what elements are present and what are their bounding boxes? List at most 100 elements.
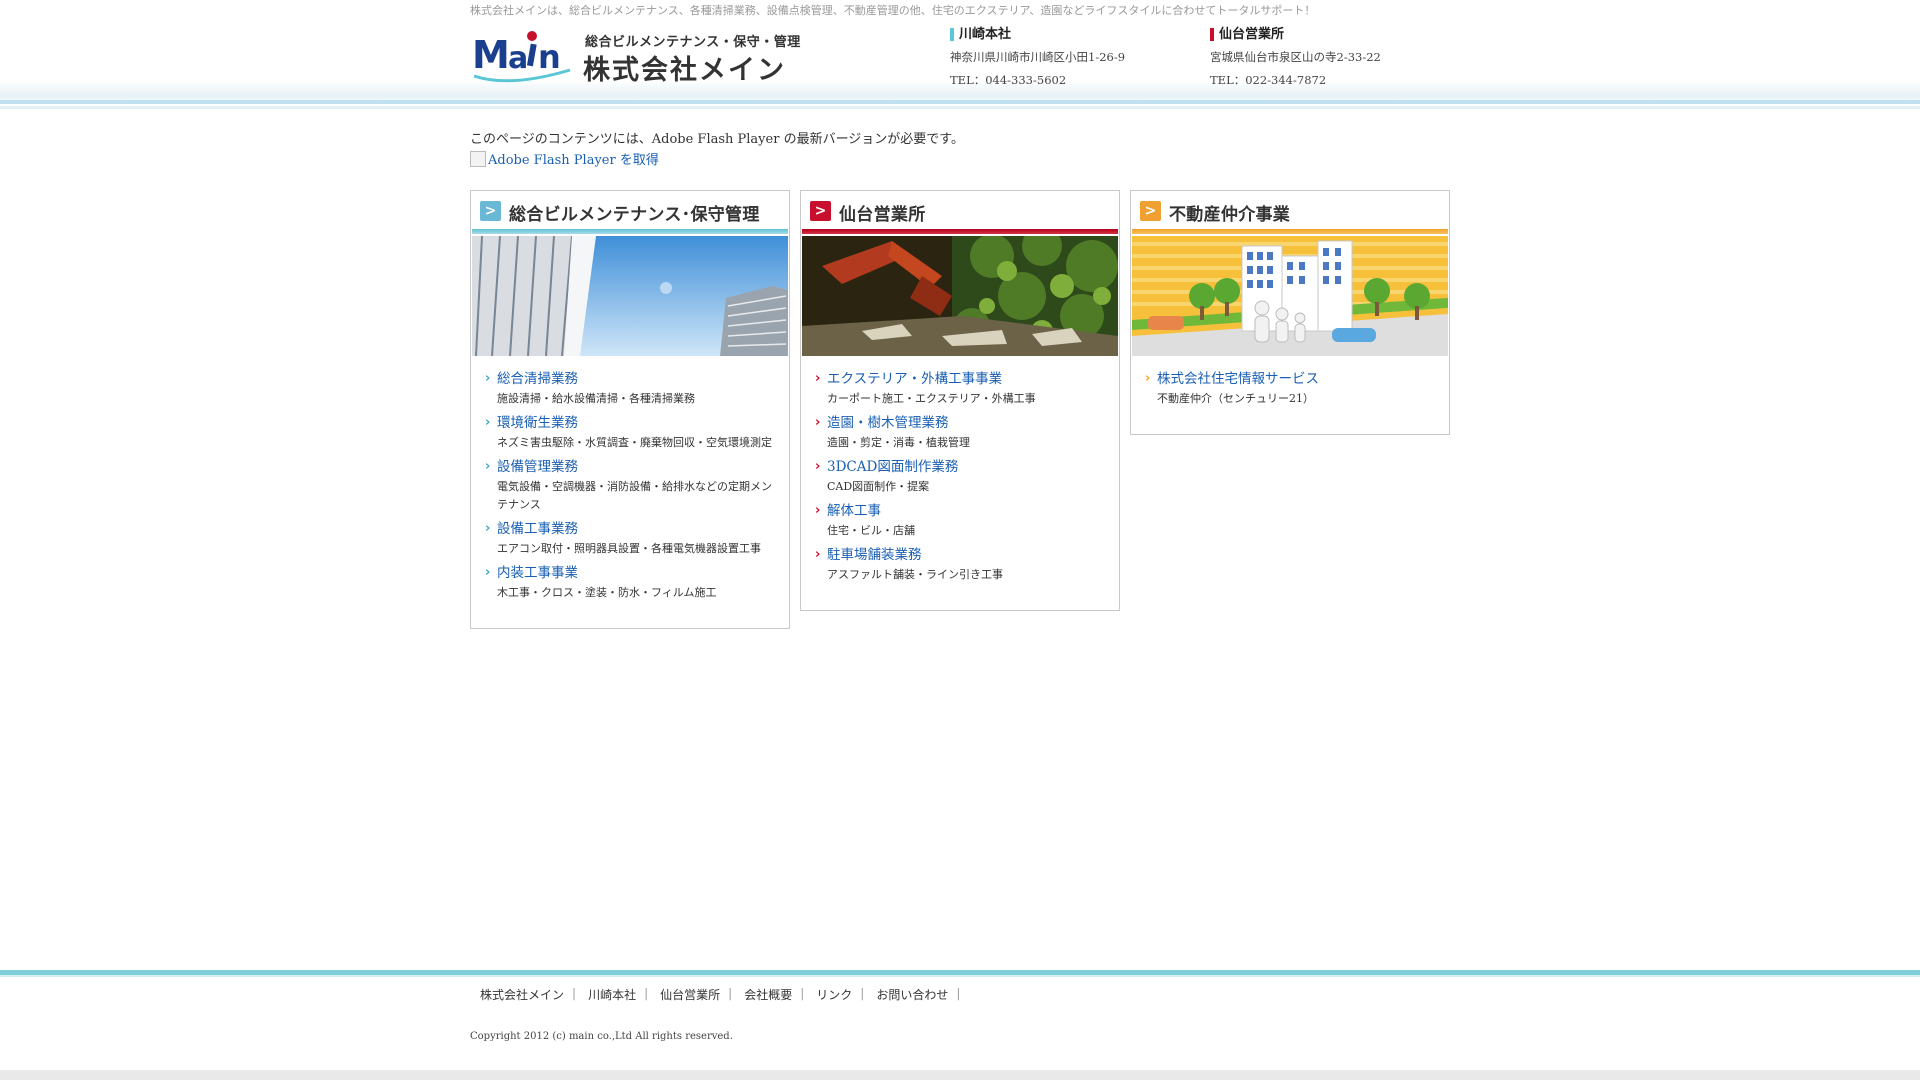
section-header[interactable]: > 仙台営業所: [801, 191, 1119, 229]
list-item[interactable]: › 内装工事事業 木工事・クロス・塗装・防水・フィルム施工: [471, 564, 789, 602]
chevron-right-icon: ›: [815, 459, 821, 474]
get-flash-player-link[interactable]: Adobe Flash Player を取得: [470, 149, 659, 168]
service-link[interactable]: 3DCAD図面制作業務: [827, 458, 1119, 476]
real-estate-illustration: [1132, 236, 1448, 356]
chevron-right-icon: ›: [485, 565, 491, 580]
service-link[interactable]: 環境衛生業務: [497, 414, 789, 432]
list-item[interactable]: › 設備管理業務 電気設備・空調機器・消防設備・給排水などの定期メンテナンス: [471, 458, 789, 514]
footer-link-company[interactable]: 会社概要: [744, 986, 800, 1003]
header-tagline: 株式会社メインは、総合ビルメンテナンス、各種清掃業務、設備点検管理、不動産管理の…: [470, 4, 1316, 17]
service-link[interactable]: 解体工事: [827, 502, 1119, 520]
service-link[interactable]: エクステリア・外構工事事業: [827, 370, 1119, 388]
section-accent-bar: [802, 229, 1118, 234]
chevron-right-icon: ›: [815, 503, 821, 518]
section-title: 不動産仲介事業: [1169, 205, 1291, 225]
footer-link-sendai[interactable]: 仙台営業所: [660, 986, 728, 1003]
footer-separator: |: [800, 986, 805, 1000]
chevron-right-icon: ›: [485, 521, 491, 536]
service-desc: カーポート施工・エクステリア・外構工事: [827, 392, 1036, 405]
service-desc: 木工事・クロス・塗装・防水・フィルム施工: [497, 586, 717, 599]
footer-link-main[interactable]: 株式会社メイン: [480, 986, 572, 1003]
arrow-right-icon: >: [810, 201, 831, 221]
service-desc: ネズミ害虫駆除・水質調査・廃棄物回収・空気環境測定: [497, 436, 772, 449]
service-link[interactable]: 内装工事事業: [497, 564, 789, 582]
chevron-right-icon: ›: [815, 371, 821, 386]
section-accent-bar: [1132, 229, 1448, 234]
copyright: Copyright 2012 (c) main co.,Ltd All righ…: [470, 1031, 733, 1042]
service-desc: 造園・剪定・消毒・植栽管理: [827, 436, 970, 449]
service-link[interactable]: 設備工事業務: [497, 520, 789, 538]
footer-link-links[interactable]: リンク: [816, 986, 860, 1003]
flash-notice: このページのコンテンツには、Adobe Flash Player の最新バージョ…: [470, 132, 965, 147]
list-item[interactable]: › 総合清掃業務 施設清掃・給水設備清掃・各種清掃業務: [471, 370, 789, 408]
building-photo: [472, 236, 788, 356]
office-title: 仙台営業所: [1210, 26, 1381, 44]
service-link[interactable]: 駐車場舗装業務: [827, 546, 1119, 564]
section-sendai-office: > 仙台営業所 › エクステリア・外構工事事業 カーポート施工・エクステリア・外…: [800, 190, 1120, 611]
office-tel: TEL：022-344-7872: [1210, 73, 1327, 87]
service-desc: 施設清掃・給水設備清掃・各種清掃業務: [497, 392, 695, 405]
footer-accent-line-light: [0, 975, 1920, 977]
company-logo[interactable]: M a n 総合ビルメンテナンス・保守・管理 株式会社メイン: [470, 24, 800, 88]
section-header[interactable]: > 総合ビルメンテナンス･保守管理: [471, 191, 789, 229]
list-item[interactable]: › 株式会社住宅情報サービス 不動産仲介（センチュリー21）: [1131, 370, 1449, 408]
header-stripe: [0, 100, 1920, 104]
arrow-right-icon: >: [1140, 201, 1161, 221]
office-sendai: 仙台営業所 宮城県仙台市泉区山の寺2-33-22 TEL：022-344-787…: [1210, 26, 1381, 88]
section-title: 総合ビルメンテナンス･保守管理: [509, 205, 760, 225]
logo-company-name: 株式会社メイン: [583, 55, 786, 86]
service-desc: 電気設備・空調機器・消防設備・給排水などの定期メンテナンス: [497, 480, 772, 511]
office-address: 神奈川県川崎市川崎区小田1-26-9: [950, 50, 1126, 64]
section-header[interactable]: > 不動産仲介事業: [1131, 191, 1449, 229]
svg-text:n: n: [538, 38, 561, 76]
get-flash-player-label: Adobe Flash Player を取得: [488, 153, 659, 168]
service-desc: CAD図面制作・提案: [827, 480, 930, 493]
service-desc: 住宅・ビル・店舗: [827, 524, 915, 537]
chevron-right-icon: ›: [815, 547, 821, 562]
svg-text:a: a: [508, 41, 528, 76]
svg-text:M: M: [472, 33, 510, 77]
list-item[interactable]: › 設備工事業務 エアコン取付・照明器具設置・各種電気機器設置工事: [471, 520, 789, 558]
list-item[interactable]: › 環境衛生業務 ネズミ害虫駆除・水質調査・廃棄物回収・空気環境測定: [471, 414, 789, 452]
service-list: › 株式会社住宅情報サービス 不動産仲介（センチュリー21）: [1131, 370, 1449, 434]
service-desc: エアコン取付・照明器具設置・各種電気機器設置工事: [497, 542, 761, 555]
list-item[interactable]: › エクステリア・外構工事事業 カーポート施工・エクステリア・外構工事: [801, 370, 1119, 408]
arrow-right-icon: >: [480, 201, 501, 221]
list-item[interactable]: › 造園・樹木管理業務 造園・剪定・消毒・植栽管理: [801, 414, 1119, 452]
service-list: › 総合清掃業務 施設清掃・給水設備清掃・各種清掃業務 › 環境衛生業務 ネズミ…: [471, 370, 789, 628]
footer-link-contact[interactable]: お問い合わせ: [876, 986, 956, 1003]
section-building-maintenance: > 総合ビルメンテナンス･保守管理 › 総合清掃業務 施設清掃・給水設備清掃・各…: [470, 190, 790, 629]
footer-separator: |: [572, 986, 577, 1000]
office-tel: TEL：044-333-5602: [950, 73, 1067, 87]
chevron-right-icon: ›: [485, 459, 491, 474]
header-stripe-light: [0, 106, 1920, 109]
list-item[interactable]: › 3DCAD図面制作業務 CAD図面制作・提案: [801, 458, 1119, 496]
list-item[interactable]: › 解体工事 住宅・ビル・店舗: [801, 502, 1119, 540]
footer-link-kawasaki[interactable]: 川崎本社: [588, 986, 644, 1003]
service-desc: アスファルト舗装・ライン引き工事: [827, 568, 1003, 581]
chevron-right-icon: ›: [485, 415, 491, 430]
footer-separator: |: [728, 986, 733, 1000]
service-desc: 不動産仲介（センチュリー21）: [1157, 392, 1314, 405]
service-link[interactable]: 株式会社住宅情報サービス: [1157, 370, 1449, 388]
footer-separator: |: [956, 986, 961, 1000]
section-real-estate: > 不動産仲介事業 › 株式会社住宅情報サービス 不動産仲介（センチュリー21）: [1130, 190, 1450, 435]
chevron-right-icon: ›: [485, 371, 491, 386]
section-title: 仙台営業所: [839, 205, 926, 225]
footer-separator: |: [644, 986, 649, 1000]
service-link[interactable]: 総合清掃業務: [497, 370, 789, 388]
service-link[interactable]: 設備管理業務: [497, 458, 789, 476]
office-title: 川崎本社: [950, 26, 1125, 44]
footer-nav: 株式会社メイン | 川崎本社 | 仙台営業所 | 会社概要 | リンク | お問…: [480, 986, 972, 1003]
office-kawasaki: 川崎本社 神奈川県川崎市川崎区小田1-26-9 TEL：044-333-5602: [950, 26, 1125, 88]
construction-photo: [802, 236, 1118, 356]
service-link[interactable]: 造園・樹木管理業務: [827, 414, 1119, 432]
main-logo-icon: M a n: [472, 31, 571, 83]
list-item[interactable]: › 駐車場舗装業務 アスファルト舗装・ライン引き工事: [801, 546, 1119, 584]
footer-bottom-bar: [0, 1070, 1920, 1080]
broken-image-icon: [470, 150, 486, 167]
chevron-right-icon: ›: [815, 415, 821, 430]
section-accent-bar: [472, 229, 788, 234]
chevron-right-icon: ›: [1145, 371, 1151, 386]
footer-separator: |: [860, 986, 865, 1000]
